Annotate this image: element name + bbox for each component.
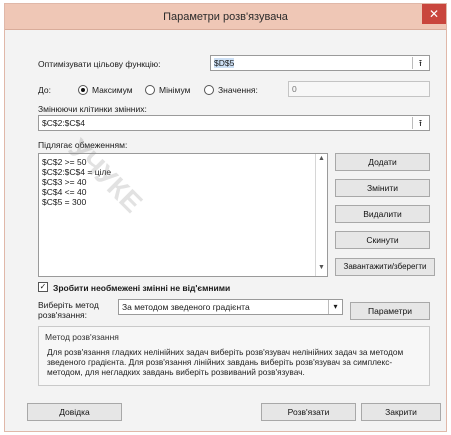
change-button[interactable]: Змінити — [335, 179, 430, 197]
list-item[interactable]: $C$4 <= 40 — [42, 187, 86, 197]
radio-min-label: Мінімум — [159, 85, 191, 95]
help-button[interactable]: Довідка — [27, 403, 122, 421]
close-button[interactable]: Закрити — [361, 403, 441, 421]
objective-value: $D$5 — [214, 58, 235, 68]
changing-cells-value: $C$2:$C$4 — [42, 118, 86, 128]
constraints-list[interactable]: $C$2 >= 50 $C$2:$C$4 = ціле $C$3 >= 40 $… — [38, 153, 328, 277]
add-button[interactable]: Додати — [335, 153, 430, 171]
parameters-button[interactable]: Параметри — [350, 302, 430, 320]
title-bar[interactable]: Параметри розв'язувача ✕ — [5, 4, 446, 30]
nonneg-label: Зробити необмежені змінні не від'ємними — [53, 283, 231, 293]
to-label: До: — [38, 85, 51, 95]
nonneg-checkbox[interactable]: ✓ — [38, 282, 48, 292]
value-of-text: 0 — [292, 84, 297, 94]
scrollbar[interactable]: ▲ ▼ — [315, 154, 327, 276]
method-label: Виберіть метод розв'язання: — [38, 300, 99, 320]
solve-button[interactable]: Розв'язати — [261, 403, 356, 421]
list-item[interactable]: $C$5 = 300 — [42, 197, 86, 207]
method-info-group: Метод розв'язання Для розв'язання гладки… — [38, 326, 430, 386]
radio-value-label: Значення: — [218, 85, 258, 95]
chevron-down-icon[interactable]: ▾ — [328, 300, 342, 314]
radio-min[interactable] — [145, 85, 155, 95]
changing-cells-label: Змінюючи клітинки змінних: — [38, 104, 147, 114]
scroll-down-icon[interactable]: ▼ — [316, 264, 327, 275]
collapse-dialog-icon[interactable]: ⭱ — [412, 57, 428, 69]
collapse-dialog-icon[interactable]: ⭱ — [412, 117, 428, 129]
method-info-text: Для розв'язання гладких нелінійних задач… — [47, 347, 404, 377]
close-icon[interactable]: ✕ — [422, 4, 446, 24]
solver-parameters-dialog: Параметри розв'язувача ✕ Оптимізувати ці… — [4, 3, 447, 432]
window-title: Параметри розв'язувача — [163, 11, 288, 23]
method-info-title: Метод розв'язання — [45, 332, 119, 342]
objective-label: Оптимізувати цільову функцію: — [38, 59, 161, 69]
list-item[interactable]: $C$2:$C$4 = ціле — [42, 167, 111, 177]
method-select-value: За методом зведеного градієнта — [122, 302, 250, 312]
changing-cells-input[interactable]: $C$2:$C$4 ⭱ — [38, 115, 430, 131]
scroll-up-icon[interactable]: ▲ — [316, 155, 327, 166]
delete-button[interactable]: Видалити — [335, 205, 430, 223]
radio-value[interactable] — [204, 85, 214, 95]
list-item[interactable]: $C$3 >= 40 — [42, 177, 86, 187]
load-save-button[interactable]: Завантажити/зберегти — [335, 258, 435, 276]
radio-max[interactable] — [78, 85, 88, 95]
value-of-input[interactable]: 0 — [288, 81, 430, 97]
objective-input[interactable]: $D$5 ⭱ — [210, 55, 430, 71]
method-select[interactable]: За методом зведеного градієнта ▾ — [118, 299, 343, 315]
radio-max-label: Максимум — [92, 85, 133, 95]
list-item[interactable]: $C$2 >= 50 — [42, 157, 86, 167]
reset-button[interactable]: Скинути — [335, 231, 430, 249]
constraints-label: Підлягає обмеженням: — [38, 140, 128, 150]
